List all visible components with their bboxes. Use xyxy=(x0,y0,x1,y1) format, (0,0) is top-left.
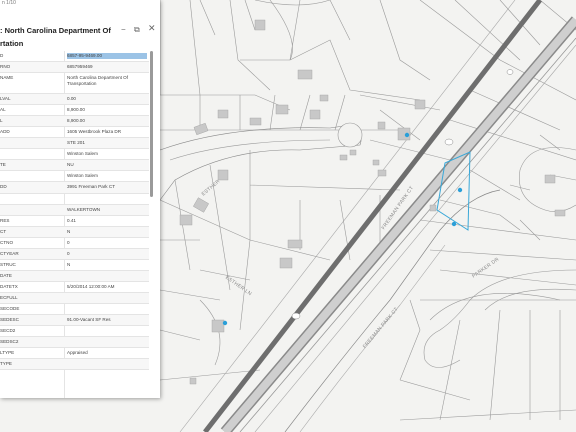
attribute-value: N xyxy=(67,228,71,234)
attribute-row: NAME North Carolina Department Of Transpo… xyxy=(0,73,149,95)
attribute-row: TE NU xyxy=(0,160,149,172)
attribute-row: SECODE xyxy=(0,304,149,316)
attribute-key: L xyxy=(0,118,3,124)
attribute-row: RES 0.41 xyxy=(0,216,149,227)
attribute-key: CTYEAR xyxy=(0,250,19,256)
attribute-key: D xyxy=(0,53,4,58)
attribute-key: STRUC xyxy=(0,261,16,267)
attribute-row: L 8,900.00 xyxy=(0,116,149,128)
attribute-value: 8,900.00 xyxy=(67,118,85,124)
attribute-row: ADD 1605 Westbrook Plaza DR xyxy=(0,127,149,139)
attribute-key: CT xyxy=(0,228,7,234)
attribute-key: SEDSC2 xyxy=(0,339,19,345)
attribute-value: WALKERTOWN xyxy=(67,206,101,212)
close-icon[interactable]: ✕ xyxy=(148,23,156,34)
attribute-key: LTYPE xyxy=(0,350,15,356)
attribute-value: Winston Salem xyxy=(67,151,98,157)
attribute-row: WALKERTOWN xyxy=(0,204,149,216)
feature-popup: n 1/10 : North Carolina Department Of rt… xyxy=(0,0,160,398)
attribute-value: NU xyxy=(67,162,74,168)
attribute-row: STE 201 xyxy=(0,138,149,150)
attribute-value: STE 201 xyxy=(67,140,85,146)
attribute-row: DATE xyxy=(0,270,149,282)
attribute-value: 0.00 xyxy=(67,96,76,102)
minimize-icon[interactable]: − xyxy=(121,25,126,34)
attribute-key: SEDESC xyxy=(0,317,19,323)
attribute-value: 3991 Freeman Park CT xyxy=(67,184,115,190)
attribute-key: RNO xyxy=(0,64,11,70)
attribute-key: TE xyxy=(0,162,6,168)
attribute-row: Winston Salem xyxy=(0,171,149,183)
attribute-key: DATE xyxy=(0,272,12,278)
attribute-row: ECFULL xyxy=(0,292,149,304)
attribute-key: RES xyxy=(0,217,10,223)
attribute-row: SEDESC 91.00-Vacant SF Res xyxy=(0,315,149,327)
attribute-value: 0 xyxy=(67,250,70,256)
attribute-value: N xyxy=(67,261,71,267)
attribute-key: AL xyxy=(0,107,6,113)
attribute-key: DATETX xyxy=(0,283,18,289)
attribute-row: DATETX 5/20/2014 12:00:00 AM xyxy=(0,282,149,293)
attribute-row: SEDSC2 xyxy=(0,337,149,349)
attribute-value: 6857-95-9469.00 xyxy=(67,53,147,59)
attribute-value: North Carolina Department Of Transportat… xyxy=(67,75,129,86)
attribute-row xyxy=(0,194,149,205)
attribute-row: CTYEAR 0 xyxy=(0,248,149,260)
attribute-value: 1605 Westbrook Plaza DR xyxy=(67,129,122,135)
attribute-row: SECD2 xyxy=(0,326,149,338)
attribute-key: SECD2 xyxy=(0,328,16,334)
attribute-key: LVAL xyxy=(0,96,11,102)
attribute-row: DD 3991 Freeman Park CT xyxy=(0,182,149,194)
attribute-key: CTNO xyxy=(0,239,14,245)
attribute-key: DD xyxy=(0,184,7,190)
attribute-row: LTYPE Appraised xyxy=(0,348,149,360)
attribute-row: Winston Salem xyxy=(0,149,149,161)
attribute-key: NAME xyxy=(0,75,14,81)
attribute-row: RNO 6857959469 xyxy=(0,62,149,74)
attribute-value: 0 xyxy=(67,239,70,245)
attribute-value: Appraised xyxy=(67,350,88,356)
attribute-row: TYPE xyxy=(0,359,149,371)
attribute-table: D 6857-95-9469.00 RNO 6857959469 NAME North C… xyxy=(0,51,149,371)
attribute-row: LVAL 0.00 xyxy=(0,94,149,106)
attribute-key: SECODE xyxy=(0,305,20,311)
dock-icon[interactable]: ⧉ xyxy=(134,25,140,35)
attribute-key: TYPE xyxy=(0,361,12,367)
attribute-value: 91.00-Vacant SF Res xyxy=(67,317,111,323)
attribute-value: 5/20/2014 12:00:00 AM xyxy=(67,283,115,289)
attribute-row: AL 8,900.00 xyxy=(0,105,149,117)
attribute-key: ADD xyxy=(0,129,10,135)
attribute-row: CT N xyxy=(0,226,149,238)
popup-scrollbar[interactable] xyxy=(150,51,153,197)
attribute-value: 6857959469 xyxy=(67,64,93,70)
attribute-row: STRUC N xyxy=(0,260,149,271)
attribute-row: CTNO 0 xyxy=(0,238,149,249)
attribute-value: 0.41 xyxy=(67,217,76,223)
attribute-row: D 6857-95-9469.00 xyxy=(0,51,149,63)
popup-pager: n 1/10 xyxy=(2,0,16,6)
attribute-value: 8,900.00 xyxy=(67,107,85,113)
popup-title: : North Carolina Department Of rtation xyxy=(0,26,111,48)
attribute-key: ECFULL xyxy=(0,294,18,300)
attribute-value: Winston Salem xyxy=(67,173,98,179)
